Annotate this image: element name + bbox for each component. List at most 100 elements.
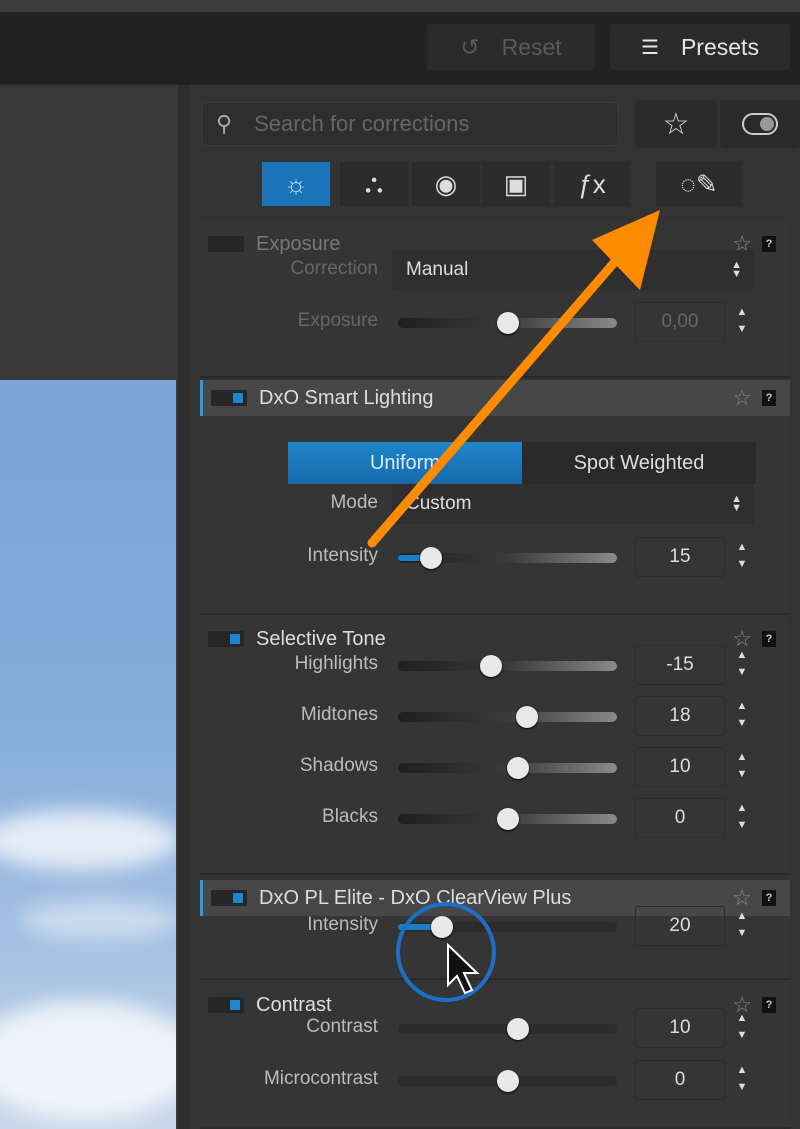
section-selective-tone: Selective Tone ☆? Highlights -15 ▲ ▼ Midtones 1… — [200, 617, 790, 875]
row-mode: Mode Custom ▲ ▼ — [200, 484, 790, 524]
row-intensity: Intensity 20 ▲ ▼ — [200, 906, 790, 946]
local-adjustments-tab[interactable]: ◌✎ — [656, 162, 742, 206]
row-label: Intensity — [307, 545, 378, 566]
tab-lens[interactable]: ◉ — [412, 162, 480, 206]
section-title: DxO Smart Lighting — [259, 386, 434, 409]
stepper-icon[interactable]: ▲ ▼ — [732, 647, 752, 683]
tab-cube[interactable]: ▣ — [482, 162, 550, 206]
photo-preview — [0, 380, 176, 1129]
search-placeholder: Search for corrections — [254, 111, 470, 136]
tab-sun[interactable]: ☼ — [262, 162, 330, 206]
active-corrections-toggle[interactable] — [720, 100, 800, 148]
row-microcontrast: Microcontrast 0 ▲ ▼ — [200, 1060, 790, 1100]
section-dxo-smart-lighting: DxO Smart Lighting ☆? Uniform Spot Weighted… — [200, 380, 790, 615]
mode-segmented-control[interactable]: Uniform Spot Weighted — [288, 442, 756, 484]
contrast-slider[interactable] — [398, 1018, 617, 1040]
value-field[interactable]: 10 — [635, 1008, 725, 1048]
correction-dropdown[interactable]: Manual ▲ ▼ — [392, 250, 754, 290]
shadows-slider[interactable] — [398, 757, 617, 779]
reset-button[interactable]: ↺ Reset — [427, 24, 595, 70]
row-label: Mode — [330, 492, 378, 513]
slider-knob[interactable] — [430, 916, 453, 938]
stepper-icon[interactable]: ▲ ▼ — [732, 698, 752, 734]
slider-knob[interactable] — [516, 706, 539, 728]
reset-label: Reset — [501, 33, 562, 60]
slider-knob[interactable] — [419, 547, 442, 569]
chevron-updown-icon: ▲ ▼ — [731, 493, 742, 514]
slider-knob[interactable] — [507, 757, 530, 779]
enable-toggle[interactable] — [211, 890, 247, 906]
slider-knob[interactable] — [496, 1070, 519, 1092]
row-label: Exposure — [297, 310, 378, 331]
row-label: Midtones — [300, 704, 378, 725]
slider-knob[interactable] — [480, 655, 503, 677]
tab-color-circles[interactable]: ⛬ — [340, 162, 408, 206]
row-correction: Correction Manual ▲ ▼ — [200, 250, 790, 290]
help-icon[interactable]: ? — [762, 390, 776, 406]
slider-knob[interactable] — [496, 312, 519, 334]
presets-button[interactable]: ☰ Presets — [610, 24, 790, 70]
window-top-strip — [0, 0, 800, 12]
sun-icon: ☼ — [284, 168, 308, 199]
section-header[interactable]: DxO Smart Lighting ☆? — [200, 380, 790, 416]
stepper-icon[interactable]: ▲ ▼ — [732, 749, 752, 785]
row-label: Contrast — [306, 1016, 378, 1037]
section-dxo-pl-elite-dxo-clearview-plus: DxO PL Elite - DxO ClearView Plus ☆? Inten… — [200, 880, 790, 980]
slider-knob[interactable] — [496, 808, 519, 830]
favorites-filter-button[interactable]: ☆ — [635, 100, 717, 148]
value-field[interactable]: 10 — [635, 747, 725, 787]
stepper-icon[interactable]: ▲ ▼ — [732, 800, 752, 836]
row-intensity: Intensity 15 ▲ ▼ — [200, 537, 790, 577]
value-field[interactable]: -15 — [635, 645, 725, 685]
lens-icon: ◉ — [434, 168, 458, 199]
section-contrast: Contrast ☆? Contrast 10 ▲ ▼ Microcontrast 0 ▲ ▼ — [200, 983, 790, 1129]
segment-spot-weighted[interactable]: Spot Weighted — [522, 442, 756, 484]
midtones-slider[interactable] — [398, 706, 617, 728]
dropdown-value: Manual — [406, 259, 469, 280]
section-exposure: Exposure ☆? Correction Manual ▲ ▼ Exposure 0,00… — [200, 222, 790, 378]
presets-label: Presets — [680, 33, 759, 60]
slider-knob[interactable] — [507, 1018, 530, 1040]
microcontrast-slider[interactable] — [398, 1070, 617, 1092]
row-label: Highlights — [294, 653, 378, 674]
star-icon: ☆ — [662, 107, 690, 141]
exposure-slider[interactable] — [398, 312, 617, 334]
row-label: Blacks — [322, 806, 378, 827]
value-field[interactable]: 0,00 — [635, 302, 725, 342]
enable-toggle[interactable] — [211, 390, 247, 406]
row-shadows: Shadows 10 ▲ ▼ — [200, 747, 790, 787]
intensity-slider[interactable] — [398, 547, 617, 569]
cube-icon: ▣ — [503, 168, 529, 199]
row-exposure: Exposure 0,00 ▲ ▼ — [200, 302, 790, 342]
stepper-icon[interactable]: ▲ ▼ — [732, 1062, 752, 1098]
highlights-slider[interactable] — [398, 655, 617, 677]
stepper-icon[interactable]: ▲ ▼ — [732, 1010, 752, 1046]
value-field[interactable]: 20 — [635, 906, 725, 946]
search-input[interactable]: ⚲ Search for corrections — [201, 102, 619, 146]
row-midtones: Midtones 18 ▲ ▼ — [200, 696, 790, 736]
blacks-slider[interactable] — [398, 808, 617, 830]
stepper-icon[interactable]: ▲ ▼ — [732, 304, 752, 340]
toggle-icon — [742, 113, 778, 135]
segment-uniform[interactable]: Uniform — [288, 442, 522, 484]
color-circles-icon: ⛬ — [364, 168, 384, 198]
value-field[interactable]: 15 — [635, 537, 725, 577]
help-icon[interactable]: ? — [762, 890, 776, 906]
value-field[interactable]: 18 — [635, 696, 725, 736]
row-label: Correction — [290, 258, 378, 279]
mode-dropdown[interactable]: Custom ▲ ▼ — [392, 484, 754, 524]
tab-fx[interactable]: ƒx — [554, 162, 630, 206]
value-field[interactable]: 0 — [635, 1060, 725, 1100]
favorite-star-icon[interactable]: ☆ — [732, 385, 752, 411]
row-label: Intensity — [307, 914, 378, 935]
undo-icon: ↺ — [460, 33, 480, 60]
row-contrast: Contrast 10 ▲ ▼ — [200, 1008, 790, 1048]
stepper-icon[interactable]: ▲ ▼ — [732, 908, 752, 944]
panel-splitter[interactable] — [178, 85, 190, 1129]
sliders-icon: ☰ — [641, 36, 659, 59]
value-field[interactable]: 0 — [635, 798, 725, 838]
intensity-slider[interactable] — [398, 916, 617, 938]
fx-icon: ƒx — [578, 168, 606, 199]
row-blacks: Blacks 0 ▲ ▼ — [200, 798, 790, 838]
stepper-icon[interactable]: ▲ ▼ — [732, 539, 752, 575]
